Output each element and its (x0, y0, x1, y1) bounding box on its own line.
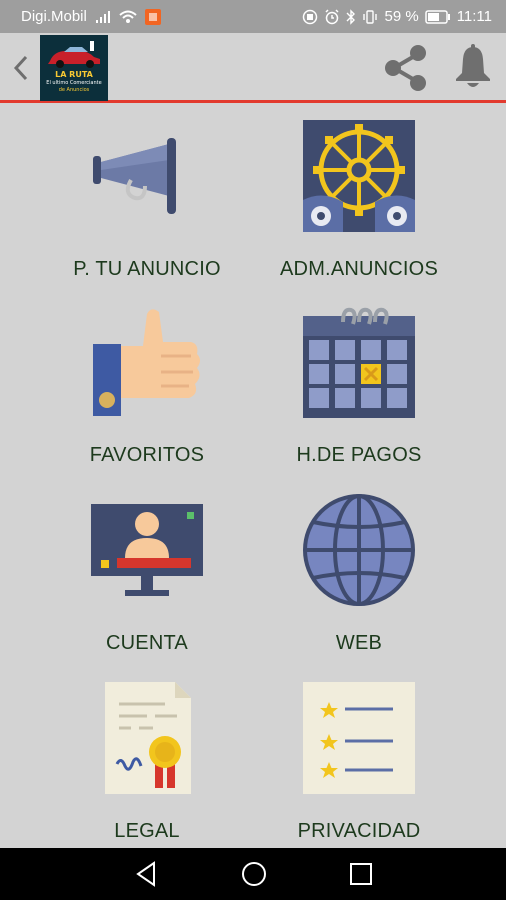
megaphone-icon (93, 138, 176, 214)
app-bar: LA RUTA El ultimo Comerciante de Anuncio… (0, 33, 506, 103)
bluetooth-icon (346, 8, 356, 25)
menu-item-publicar-anuncio[interactable]: P. TU ANUNCIO (47, 120, 247, 290)
menu-item-favoritos[interactable]: FAVORITOS (47, 306, 247, 476)
battery-icon (424, 9, 450, 24)
data-saver-icon (303, 9, 318, 24)
recents-square-icon (350, 863, 372, 885)
menu-item-label: CUENTA (106, 632, 188, 654)
car-logo-icon (48, 41, 100, 68)
menu-item-label: LEGAL (114, 820, 180, 842)
gear-icon (303, 120, 415, 232)
vibrate-icon (363, 9, 378, 24)
logo-title: LA RUTA (55, 70, 93, 79)
clock: 11:11 (456, 8, 492, 25)
globe-icon (303, 494, 415, 606)
logo-subtitle-2: de Anuncios (58, 87, 90, 93)
thumbs-up-icon (93, 309, 200, 416)
menu-item-legal[interactable]: LEGAL (47, 682, 247, 852)
menu-item-web[interactable]: WEB (259, 494, 459, 664)
triangle-back-icon (136, 861, 155, 887)
monitor-user-icon (91, 504, 203, 596)
menu-item-label: ADM.ANUNCIOS (280, 258, 438, 280)
notification-app-icon (144, 8, 161, 25)
logo-subtitle: El ultimo Comerciante (46, 80, 102, 86)
chevron-left-icon (13, 55, 28, 81)
certificate-icon (105, 682, 191, 794)
wifi-icon (119, 10, 137, 23)
menu-item-adm-anuncios[interactable]: ADM.ANUNCIOS (259, 120, 459, 290)
menu-item-label: WEB (335, 632, 383, 654)
battery-percent: 59 % (384, 8, 419, 25)
home-circle-icon (242, 862, 266, 886)
bell-icon (456, 44, 490, 87)
navigation-bar (0, 848, 506, 900)
signal-icon (95, 10, 110, 23)
menu-item-label: PRIVACIDAD (297, 820, 421, 842)
status-bar: Digi.Mobil 59 % 11:11 (0, 0, 506, 33)
menu-item-label: FAVORITOS (89, 444, 205, 466)
notifications-button[interactable] (452, 43, 494, 91)
menu-item-cuenta[interactable]: CUENTA (47, 494, 247, 664)
nav-back-button[interactable] (132, 860, 162, 888)
share-icon (385, 45, 426, 91)
status-bar-right: 59 % 11:11 (302, 8, 492, 25)
nav-home-button[interactable] (239, 860, 269, 888)
back-button[interactable] (8, 51, 32, 85)
share-button[interactable] (382, 43, 430, 93)
calendar-icon (303, 307, 415, 418)
status-bar-left: Digi.Mobil (21, 8, 161, 25)
app-logo[interactable]: LA RUTA El ultimo Comerciante de Anuncio… (40, 35, 108, 101)
menu-item-label: H.DE PAGOS (296, 444, 422, 466)
menu-item-label: P. TU ANUNCIO (73, 258, 221, 280)
nav-recents-button[interactable] (346, 860, 376, 888)
menu-item-privacidad[interactable]: PRIVACIDAD (259, 682, 459, 852)
checklist-icon (303, 682, 415, 794)
carrier-name: Digi.Mobil (21, 8, 87, 25)
menu-item-historial-pagos[interactable]: H.DE PAGOS (259, 306, 459, 476)
menu-grid: P. TU ANUNCIO ADM.ANUNCIOS FAVORITOS H.D… (0, 106, 506, 848)
alarm-icon (325, 8, 340, 24)
